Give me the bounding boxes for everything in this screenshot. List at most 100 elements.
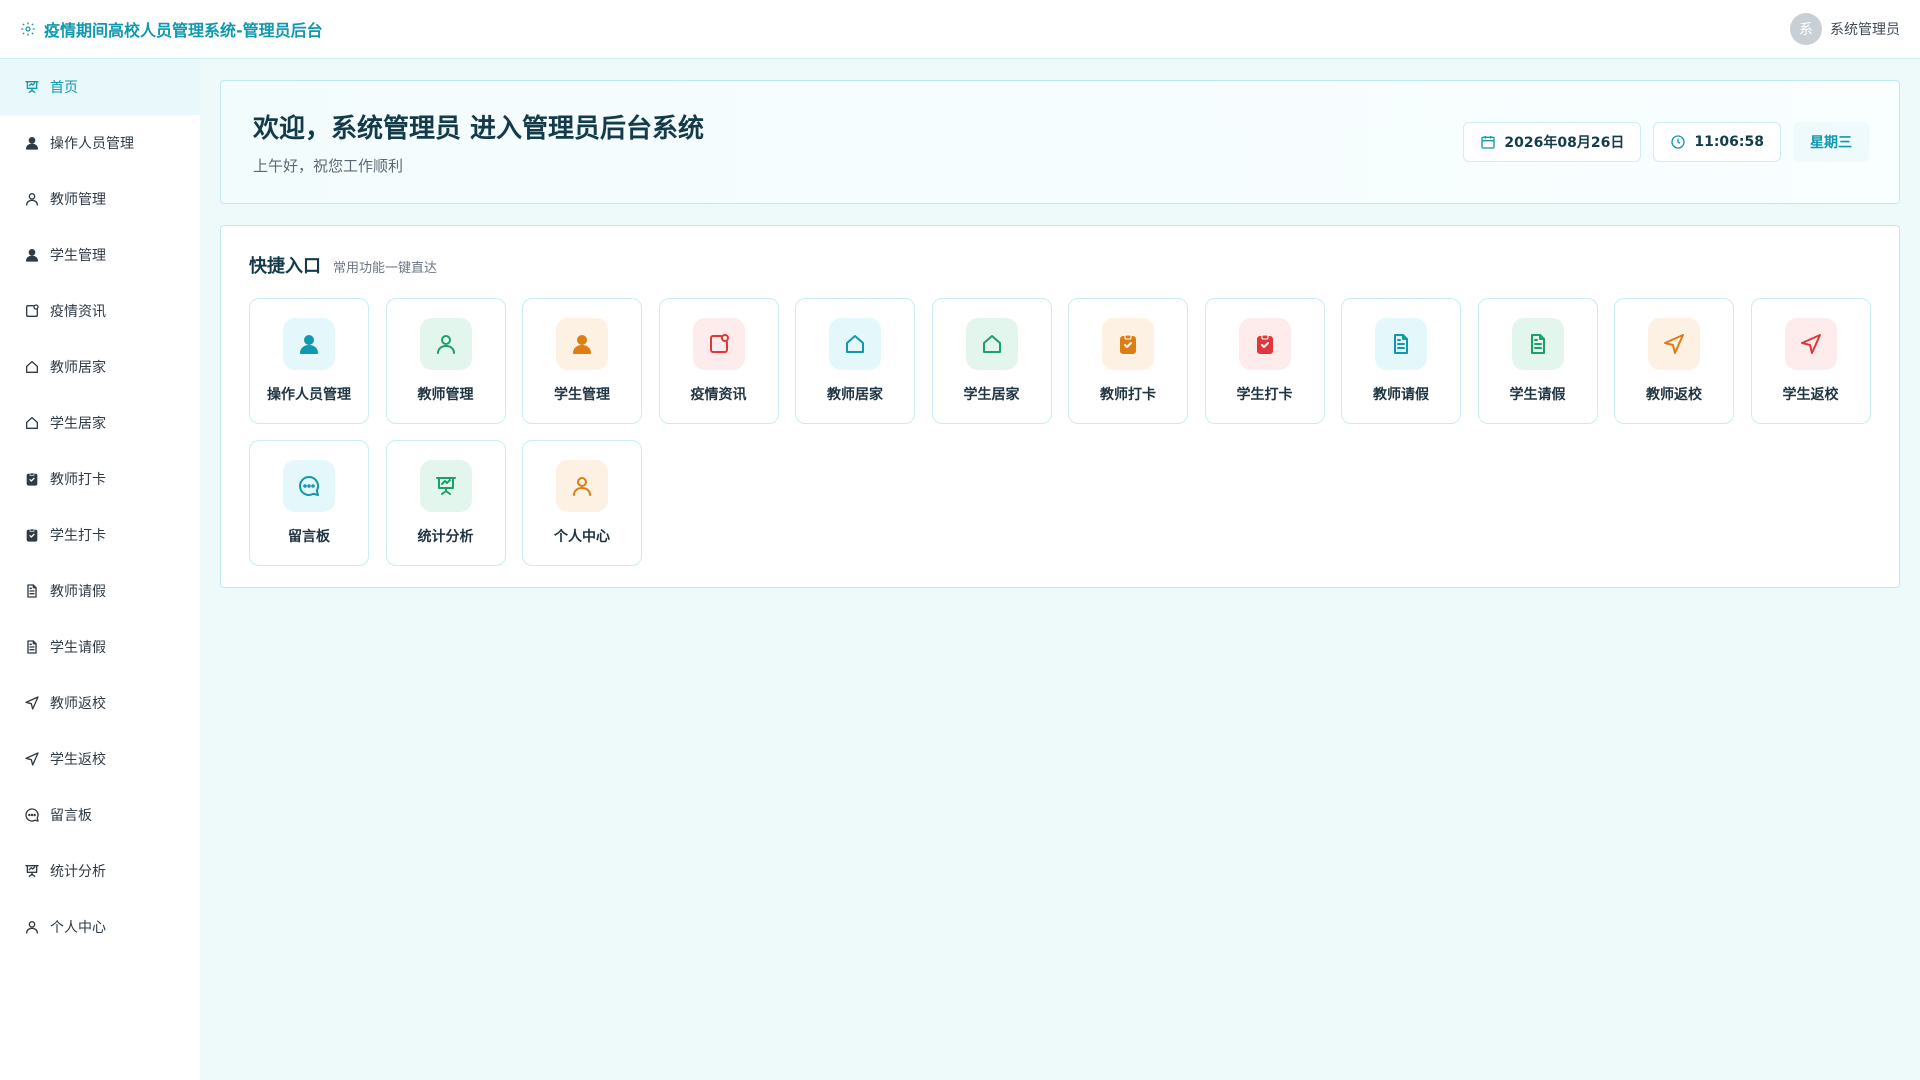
sidebar-item[interactable]: 学生居家	[0, 395, 200, 451]
sidebar-item[interactable]: 留言板	[0, 787, 200, 843]
quick-card-icon-bg	[965, 318, 1018, 370]
clock-icon	[1671, 135, 1686, 149]
house-icon	[26, 417, 38, 429]
home-board-icon	[25, 81, 39, 93]
sidebar-item[interactable]: 操作人员管理	[0, 115, 200, 171]
quick-card-icon-bg	[1375, 318, 1427, 370]
presentation-icon	[435, 477, 456, 495]
quick-card[interactable]: 学生打卡	[1204, 298, 1325, 424]
quick-card-icon-bg	[829, 318, 881, 370]
quick-card-icon-bg	[556, 460, 608, 512]
sidebar-item[interactable]: 教师居家	[0, 339, 200, 395]
quick-card-label: 操作人员管理	[267, 387, 351, 403]
sidebar-item[interactable]: 教师返校	[0, 675, 200, 731]
quick-card-label: 学生居家	[963, 387, 1020, 403]
chat-icon	[25, 808, 39, 822]
sidebar-item[interactable]: 教师打卡	[0, 451, 200, 507]
sidebar: 首页操作人员管理 教师管理学生管理疫情资讯教师居家学生居家教师打卡学生打卡教师请假…	[0, 59, 200, 1080]
app-brand[interactable]: 疫情期间高校人员管理系统-管理员后台	[20, 17, 323, 41]
house-icon	[982, 335, 1001, 353]
sidebar-item[interactable]: 学生返校	[0, 731, 200, 787]
user-outline-icon	[573, 477, 591, 496]
quick-card[interactable]: 留言板	[249, 440, 369, 566]
quick-card-icon-bg	[692, 318, 745, 370]
quick-card[interactable]: 教师居家	[795, 298, 915, 424]
house-icon	[26, 361, 38, 373]
sidebar-item-label: 学生打卡	[50, 528, 106, 544]
user-menu[interactable]: 系 系统管理员	[1790, 13, 1900, 45]
quick-card-label: 教师请假	[1373, 387, 1429, 403]
user-solid-icon	[573, 335, 591, 354]
sidebar-item[interactable]: 教师管理	[0, 171, 200, 227]
document-icon	[27, 640, 37, 654]
news-icon	[709, 334, 729, 353]
user-outline-icon	[26, 193, 38, 206]
navigation-icon	[1800, 334, 1821, 354]
sidebar-item[interactable]: 学生打卡	[0, 507, 200, 563]
weekday-chip: 星期三	[1793, 122, 1869, 162]
calendar-icon	[1481, 136, 1496, 149]
avatar: 系	[1790, 13, 1822, 45]
quick-card[interactable]: 统计分析	[385, 440, 506, 566]
navigation-icon	[25, 696, 39, 710]
document-icon	[27, 584, 37, 598]
sidebar-item[interactable]: 教师请假	[0, 563, 200, 619]
sidebar-item-label: 学生返校	[50, 752, 106, 768]
sidebar-item-label: 个人中心	[50, 920, 106, 936]
quick-card-icon-bg	[419, 318, 472, 370]
quick-card-icon-bg	[419, 460, 472, 512]
date-text: 2026年08月26日	[1504, 135, 1625, 151]
quick-card[interactable]: 教师请假	[1341, 298, 1461, 424]
gear-icon	[21, 22, 35, 36]
quick-card[interactable]: 个人中心	[522, 440, 642, 566]
sidebar-item-label: 教师打卡	[50, 472, 106, 488]
quick-card[interactable]: 操作人员管理	[249, 298, 369, 424]
user-outline-icon	[26, 921, 38, 934]
sidebar-item[interactable]: 个人中心	[0, 899, 200, 955]
sidebar-item[interactable]: 疫情资讯	[0, 283, 200, 339]
clipboard-check-icon	[1120, 334, 1136, 354]
quick-card[interactable]: 学生管理	[522, 298, 642, 424]
quick-card-icon-bg	[1511, 318, 1564, 370]
quick-card-label: 个人中心	[554, 529, 610, 545]
quick-card-label: 教师居家	[827, 387, 883, 403]
time-chip: 11:06:58	[1653, 122, 1781, 162]
clipboard-check-icon	[1256, 334, 1273, 354]
quick-card-label: 学生返校	[1782, 387, 1839, 403]
sidebar-item[interactable]: 学生请假	[0, 619, 200, 675]
sidebar-item-label: 教师请假	[50, 584, 106, 600]
quick-card-label: 留言板	[288, 529, 330, 545]
time-text: 11:06:58	[1694, 134, 1764, 150]
welcome-subtitle: 上午好，祝您工作顺利	[253, 157, 404, 175]
top-header: 疫情期间高校人员管理系统-管理员后台 系 系统管理员	[0, 0, 1920, 59]
quick-card[interactable]: 学生返校	[1750, 298, 1871, 424]
sidebar-item[interactable]: 首页	[0, 59, 200, 115]
sidebar-item-label: 教师管理	[50, 192, 106, 208]
quick-card-label: 疫情资讯	[690, 387, 747, 403]
navigation-icon	[1664, 334, 1684, 354]
sidebar-item-label: 疫情资讯	[50, 304, 106, 320]
sidebar-item-label: 教师返校	[50, 696, 106, 712]
quick-card[interactable]: 教师管理	[385, 298, 506, 424]
user-solid-icon	[26, 249, 38, 262]
sidebar-item-label: 操作人员管理	[50, 136, 134, 152]
quick-card-icon-bg	[1784, 318, 1837, 370]
quick-card-icon-bg	[1102, 318, 1154, 370]
app-title: 疫情期间高校人员管理系统-管理员后台	[44, 21, 323, 40]
quick-card[interactable]: 教师打卡	[1068, 298, 1188, 424]
sidebar-item-label: 学生管理	[50, 248, 106, 264]
sidebar-item-label: 教师居家	[50, 360, 106, 376]
quick-card[interactable]: 教师返校	[1614, 298, 1734, 424]
quick-card-icon-bg	[1648, 318, 1700, 370]
quick-card-icon-bg	[1238, 318, 1291, 370]
sidebar-item[interactable]: 统计分析	[0, 843, 200, 899]
quick-card[interactable]: 学生请假	[1477, 298, 1598, 424]
date-chip: 2026年08月26日	[1463, 122, 1642, 162]
sidebar-item-label: 统计分析	[50, 864, 106, 880]
quick-card[interactable]: 疫情资讯	[658, 298, 779, 424]
quick-card[interactable]: 学生居家	[931, 298, 1052, 424]
quick-card-icon-bg	[283, 460, 335, 512]
sidebar-item[interactable]: 学生管理	[0, 227, 200, 283]
sidebar-item-label: 学生请假	[50, 640, 106, 656]
welcome-title: 欢迎，系统管理员 进入管理员后台系统	[253, 114, 705, 144]
